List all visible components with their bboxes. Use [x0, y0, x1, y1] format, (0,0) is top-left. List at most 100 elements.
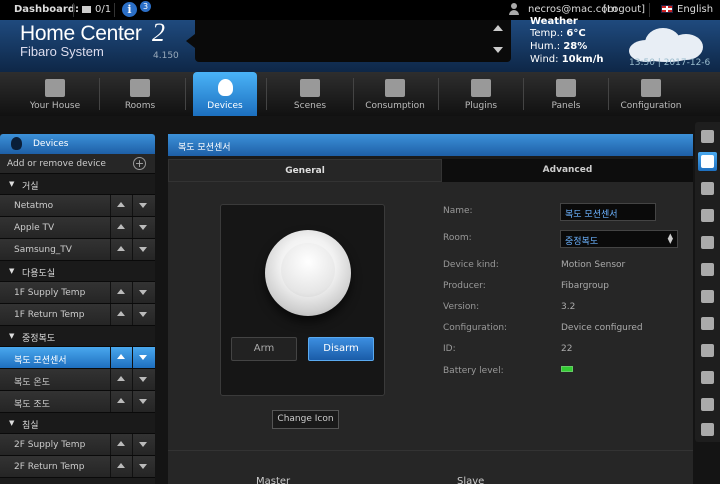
device-item[interactable]: 복도 온도	[0, 369, 155, 391]
add-device-row[interactable]: Add or remove device +	[0, 154, 155, 174]
house-icon[interactable]	[698, 179, 717, 198]
battery-icon	[561, 366, 573, 372]
move-up-icon[interactable]	[110, 347, 131, 368]
move-up-icon[interactable]	[110, 304, 131, 325]
move-up-icon[interactable]	[110, 217, 131, 238]
device-item[interactable]: Samsung_TV	[0, 239, 155, 261]
device-item[interactable]: 복도 조도	[0, 391, 155, 413]
nav-your-house[interactable]: Your House	[20, 72, 90, 116]
kind-label: Device kind:	[443, 260, 499, 270]
separator	[649, 3, 650, 17]
room-group[interactable]: ▼ 다용도실	[0, 261, 155, 282]
config-value: Device configured	[561, 323, 643, 333]
room-name: 중정복도	[22, 334, 56, 344]
top-bar: Dashboard: 0/1 i 3 necros@mac.com [Logou…	[0, 0, 720, 20]
time: 13:50	[629, 58, 655, 68]
rooms-icon[interactable]	[698, 206, 717, 225]
weather-title: Weather	[530, 16, 578, 27]
dashboard-label: Dashboard:	[14, 4, 79, 15]
device-name: 복도 온도	[14, 378, 50, 388]
device-item[interactable]: Netatmo	[0, 195, 155, 217]
device-item[interactable]: 2F Return Temp	[0, 456, 155, 478]
nav-consumption[interactable]: Consumption	[360, 72, 430, 116]
room-group[interactable]: ▼ 침실	[0, 413, 155, 434]
move-down-icon[interactable]	[132, 347, 153, 368]
chevron-down-icon: ▼	[9, 180, 15, 188]
room-group[interactable]: ▼ 거실	[0, 174, 155, 195]
move-down-icon[interactable]	[132, 434, 153, 455]
move-down-icon[interactable]	[132, 391, 153, 412]
nav-devices[interactable]: Devices	[193, 72, 257, 116]
notification-badge: 3	[140, 1, 151, 12]
change-icon-button[interactable]: Change Icon	[272, 410, 339, 429]
name-input[interactable]: 복도 모션센서	[560, 203, 656, 221]
move-down-icon[interactable]	[132, 282, 153, 303]
date: 2017-12-6	[663, 58, 711, 68]
version-label: Version:	[443, 302, 480, 312]
move-down-icon[interactable]	[132, 304, 153, 325]
device-item[interactable]: 2F Supply Temp	[0, 434, 155, 456]
move-up-icon[interactable]	[110, 391, 131, 412]
calendar-icon[interactable]	[698, 368, 717, 387]
room-group[interactable]: ▼ 중정복도	[0, 326, 155, 347]
move-down-icon[interactable]	[132, 369, 153, 390]
bulb-icon[interactable]	[698, 233, 717, 252]
move-down-icon[interactable]	[132, 195, 153, 216]
clapper-icon	[300, 79, 320, 97]
device-item[interactable]: 1F Supply Temp	[0, 282, 155, 304]
plus-icon[interactable]: +	[133, 157, 146, 170]
gears-icon[interactable]	[698, 395, 717, 414]
move-up-icon[interactable]	[110, 434, 131, 455]
puzzle-icon[interactable]	[698, 341, 717, 360]
separator	[114, 3, 115, 17]
device-item[interactable]: Apple TV	[0, 217, 155, 239]
nav-scenes[interactable]: Scenes	[275, 72, 345, 116]
scenes-counter[interactable]: 0/1	[82, 4, 111, 15]
room-select[interactable]: 중정복도 ▲ ▼	[560, 230, 678, 248]
wind-label: Wind:	[530, 54, 559, 65]
logo-subtitle: Fibaro System	[20, 44, 104, 59]
language-selector[interactable]: English	[677, 4, 713, 15]
move-down-icon[interactable]	[132, 217, 153, 238]
move-down-icon[interactable]	[132, 239, 153, 260]
nav-panels[interactable]: Panels	[531, 72, 601, 116]
logo-title: Home Center	[20, 22, 142, 45]
master-label: Master	[256, 476, 291, 484]
nav-rooms[interactable]: Rooms	[105, 72, 175, 116]
disarm-button[interactable]: Disarm	[308, 337, 374, 361]
tab-general[interactable]: General	[168, 159, 442, 182]
room-name: 다용도실	[22, 269, 56, 279]
plugin-icon[interactable]	[698, 314, 717, 333]
move-down-icon[interactable]	[132, 456, 153, 477]
move-up-icon[interactable]	[110, 369, 131, 390]
nav-label: Your House	[29, 101, 81, 111]
save-icon[interactable]	[698, 152, 717, 171]
device-name: 복도 조도	[14, 400, 50, 410]
panel-header: 복도 모션센서	[168, 134, 693, 156]
logout-link[interactable]: [Logout]	[603, 4, 645, 15]
device-name: 2F Return Temp	[14, 462, 85, 472]
nav-label: Plugins	[464, 101, 498, 111]
id-label: ID:	[443, 344, 456, 354]
nav-plugins[interactable]: Plugins	[446, 72, 516, 116]
device-item[interactable]: 1F Return Temp	[0, 304, 155, 326]
arrow-down-icon[interactable]	[493, 47, 503, 53]
kind-value: Motion Sensor	[561, 260, 626, 270]
clapper-icon[interactable]	[698, 260, 717, 279]
nav-configuration[interactable]: Configuration	[616, 72, 686, 116]
move-up-icon[interactable]	[110, 239, 131, 260]
device-name: 1F Supply Temp	[14, 288, 86, 298]
arrow-up-icon[interactable]	[493, 25, 503, 31]
panel-title: 복도 모션센서	[178, 143, 231, 153]
logout-icon[interactable]	[698, 420, 717, 439]
tab-advanced[interactable]: Advanced	[442, 159, 693, 182]
move-up-icon[interactable]	[110, 195, 131, 216]
arm-button[interactable]: Arm	[231, 337, 297, 361]
info-icon[interactable]: i	[122, 2, 137, 17]
up-arrow-icon[interactable]	[698, 127, 717, 146]
move-up-icon[interactable]	[110, 456, 131, 477]
move-up-icon[interactable]	[110, 282, 131, 303]
chart-icon[interactable]	[698, 287, 717, 306]
temp-label: Temp.:	[530, 28, 564, 39]
device-item-selected[interactable]: 복도 모션센서	[0, 347, 155, 369]
